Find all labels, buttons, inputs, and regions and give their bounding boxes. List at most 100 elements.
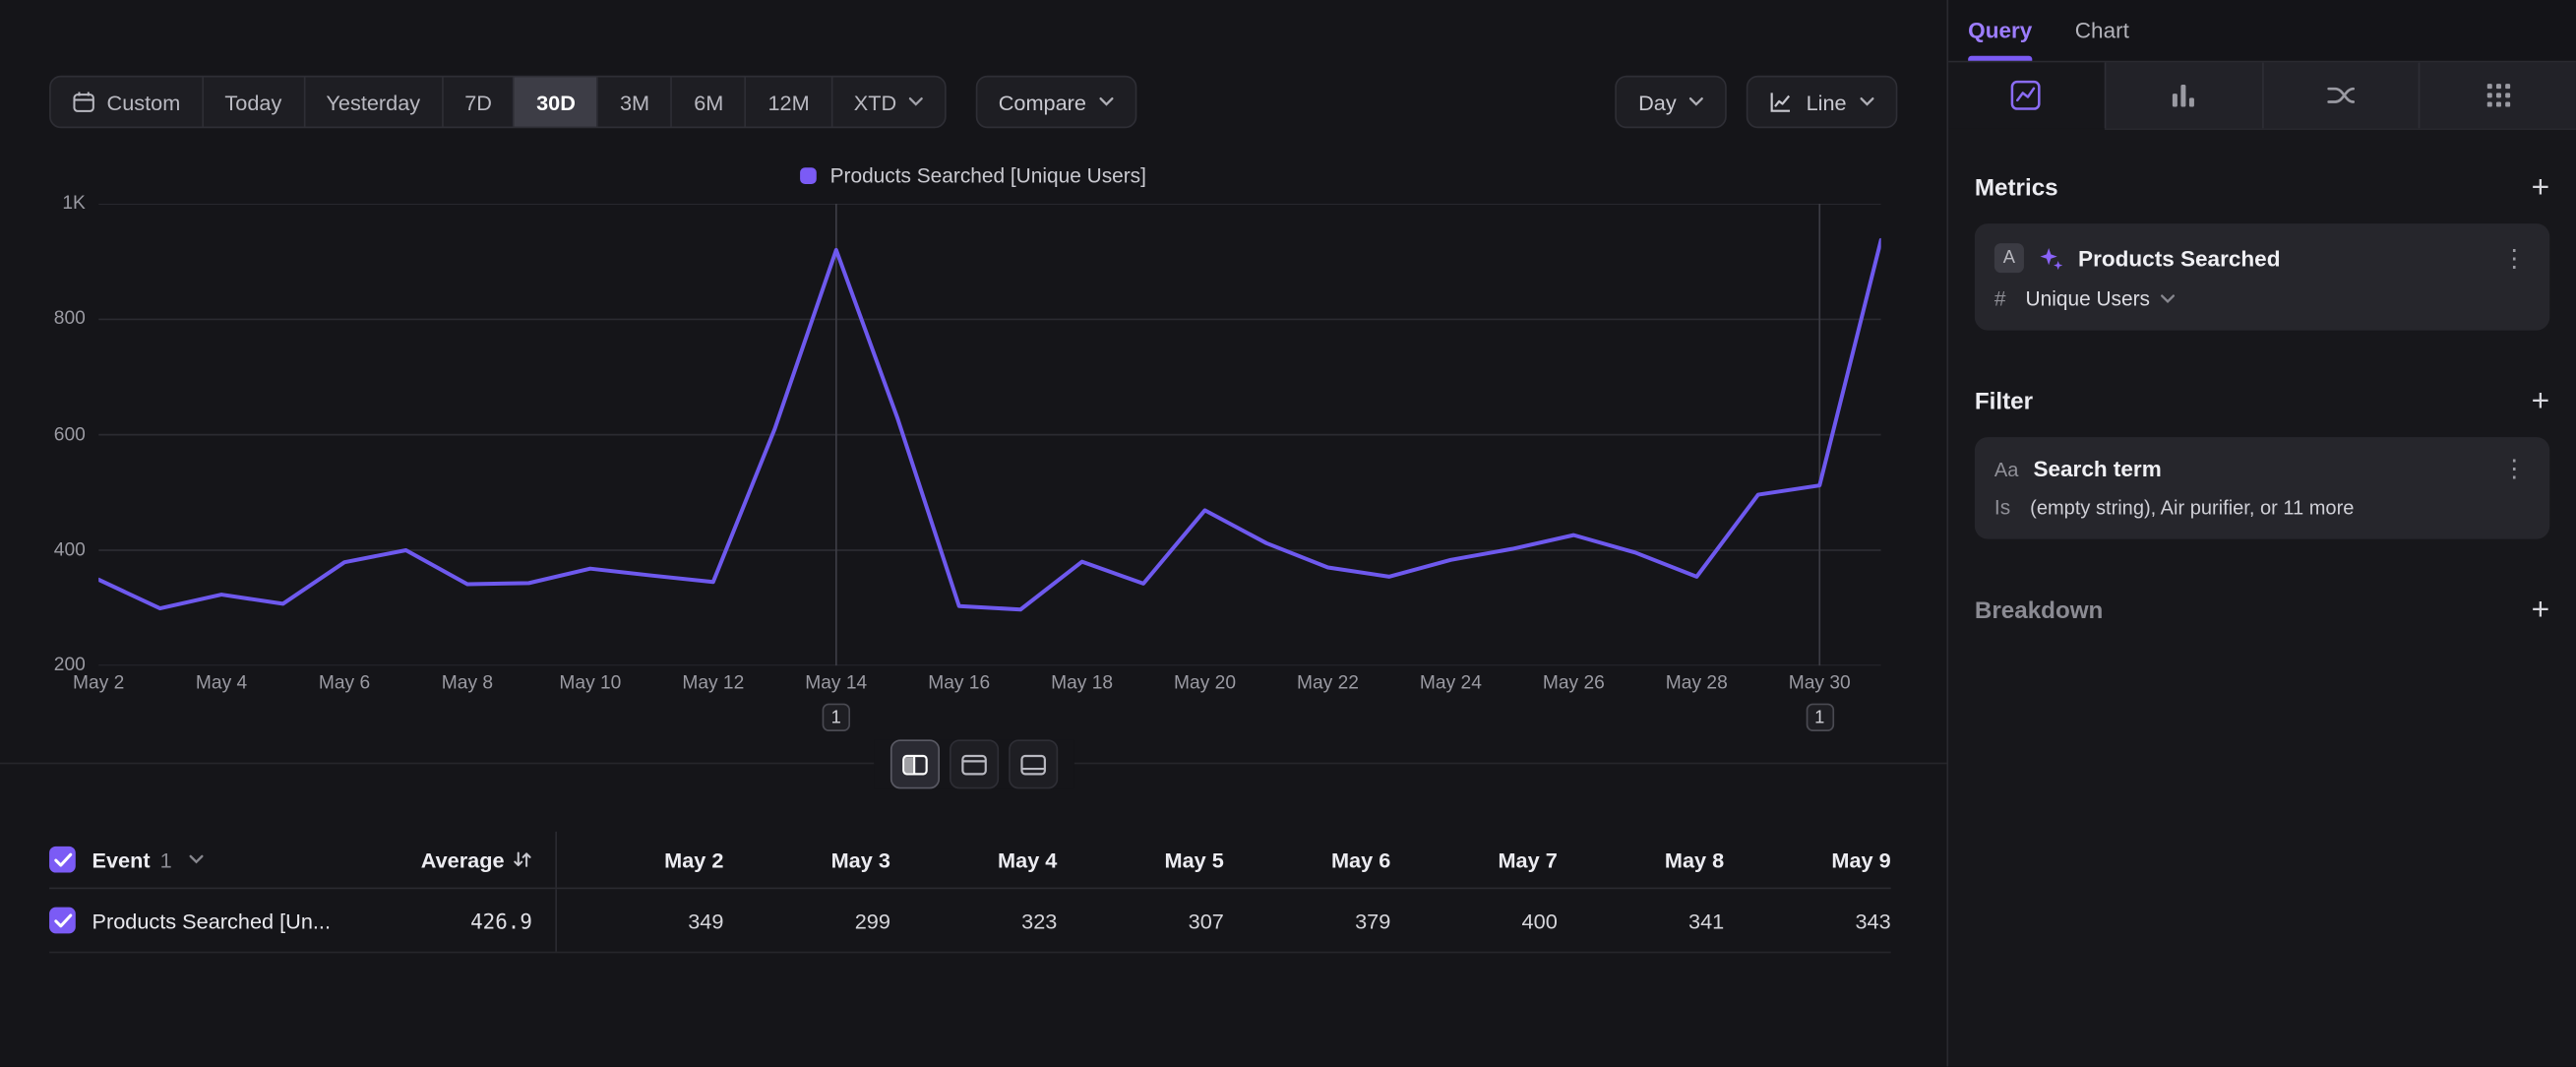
date-column-header[interactable]: May 5 [1057,832,1223,888]
range-button-custom[interactable]: Custom [51,77,202,126]
filter-value[interactable]: (empty string), Air purifier, or 11 more [2030,496,2354,519]
row-value: 341 [1558,889,1724,951]
range-label-custom: Custom [107,90,181,114]
y-axis-label: 600 [54,425,86,445]
granularity-button[interactable]: Day [1616,76,1728,128]
row-value: 379 [1224,889,1390,951]
select-all-checkbox[interactable] [49,847,76,873]
query-sidebar: Query Chart Metrics + A [1948,0,2576,1067]
metric-card[interactable]: A Products Searched ⋮ # Unique Users [1975,223,2549,331]
annotation-badge[interactable]: 1 [1806,704,1833,731]
bar-chart-tab-icon [2167,79,2199,111]
row-value: 299 [723,889,889,951]
metrics-title: Metrics [1975,175,2058,202]
range-button-3m[interactable]: 3M [597,77,671,126]
filter-card[interactable]: Aa Search term ⋮ Is (empty string), Air … [1975,437,2549,539]
range-label-xtd: XTD [854,90,896,114]
filter-kebab-menu[interactable]: ⋮ [2498,457,2530,481]
table-row[interactable]: Products Searched [Un... 426.9 349 299 3… [49,889,1891,953]
add-breakdown-button[interactable]: + [2532,595,2550,626]
view-toggle-group [873,739,1073,788]
compare-label: Compare [999,90,1086,114]
chevron-down-icon[interactable] [188,854,203,864]
filter-property-name: Search term [2033,457,2161,481]
metric-letter-badge: A [1994,243,2024,273]
range-button-6m[interactable]: 6M [671,77,745,126]
date-column-header[interactable]: May 8 [1558,832,1724,888]
range-button-12m[interactable]: 12M [745,77,830,126]
metric-kebab-menu[interactable]: ⋮ [2498,246,2530,271]
hash-icon: # [1994,287,2006,310]
metric-name: Products Searched [2078,246,2280,271]
date-range-segmented-control: Custom Today Yesterday 7D 30D 3M 6M 12M … [49,76,946,128]
date-column-header[interactable]: May 2 [557,832,723,888]
aggregation-selector[interactable]: Unique Users [2026,287,2175,310]
date-column-header[interactable]: May 4 [890,832,1057,888]
aggregation-label: Unique Users [2026,287,2150,310]
app-window: Custom Today Yesterday 7D 30D 3M 6M 12M … [0,0,2576,1067]
tab-query[interactable]: Query [1968,0,2032,61]
range-button-30d[interactable]: 30D [514,77,597,126]
x-axis-label: May 28 [1666,674,1728,694]
row-value: 349 [557,889,723,951]
row-value: 323 [890,889,1057,951]
date-column-header[interactable]: May 7 [1390,832,1557,888]
chart-legend[interactable]: Products Searched [Unique Users] [0,164,1946,187]
chart-type-tab-bar[interactable] [2104,62,2261,128]
chart-type-button[interactable]: Line [1747,76,1897,128]
event-label-text: Event [92,847,150,872]
view-toggle-split-button[interactable] [889,739,939,788]
annotation-badge[interactable]: 1 [823,704,850,731]
line-chart-tab-icon [2010,79,2043,111]
x-axis-label: May 12 [682,674,744,694]
range-button-yesterday[interactable]: Yesterday [303,77,442,126]
chart-type-tab-strip [1948,62,2576,129]
y-axis-labels: 1K800600400200 [0,204,86,665]
breakdown-section-header: Breakdown + [1975,595,2549,626]
report-main-panel: Custom Today Yesterday 7D 30D 3M 6M 12M … [0,0,1948,1067]
date-column-header[interactable]: May 3 [723,832,889,888]
add-metric-button[interactable]: + [2532,172,2550,204]
legend-label: Products Searched [Unique Users] [830,164,1146,187]
range-button-today[interactable]: Today [202,77,303,126]
date-column-header[interactable]: May 9 [1724,832,1890,888]
sort-icon [513,849,532,869]
row-checkbox[interactable] [49,908,76,934]
tab-chart[interactable]: Chart [2075,0,2129,61]
x-axis-label: May 2 [73,674,124,694]
range-button-7d[interactable]: 7D [442,77,514,126]
chart-type-tab-line[interactable] [1948,62,2104,129]
date-column-header[interactable]: May 6 [1224,832,1390,888]
view-toggle-chart-button[interactable] [949,739,998,788]
y-axis-label: 200 [54,656,86,675]
metrics-grid-tab-icon [2482,79,2514,111]
average-label: Average [421,847,505,872]
row-name-cell: Products Searched [Un... [49,889,398,951]
legend-swatch [801,167,818,184]
row-value: 343 [1724,889,1890,951]
sidebar-body: Metrics + A Products Searched ⋮ # Unique… [1948,130,2576,626]
range-button-xtd[interactable]: XTD [830,77,944,126]
average-header-cell[interactable]: Average [398,832,557,888]
row-name: Products Searched [Un... [92,908,331,932]
x-axis-labels: May 2May 4May 6May 8May 10May 12May 14Ma… [0,674,1946,697]
check-icon [53,912,71,927]
row-average-value: 426.9 [398,889,557,951]
table-view-icon [1019,754,1046,776]
filter-operator[interactable]: Is [1994,496,2010,519]
chevron-down-icon [1860,97,1874,107]
y-axis-label: 1K [62,194,86,214]
x-axis-label: May 30 [1789,674,1851,694]
chart-type-tab-metrics-grid[interactable] [2419,62,2576,128]
filter-title: Filter [1975,389,2033,415]
metric-aggregation-row: # Unique Users [1994,287,2530,310]
granularity-label: Day [1638,90,1677,114]
line-chart-svg[interactable] [98,204,1881,665]
compare-button[interactable]: Compare [975,76,1136,128]
event-count: 1 [160,847,172,872]
chevron-down-icon [908,97,923,107]
add-filter-button[interactable]: + [2532,386,2550,417]
view-toggle-table-button[interactable] [1008,739,1057,788]
chart-type-tab-flow[interactable] [2261,62,2419,128]
x-axis-label: May 26 [1543,674,1605,694]
